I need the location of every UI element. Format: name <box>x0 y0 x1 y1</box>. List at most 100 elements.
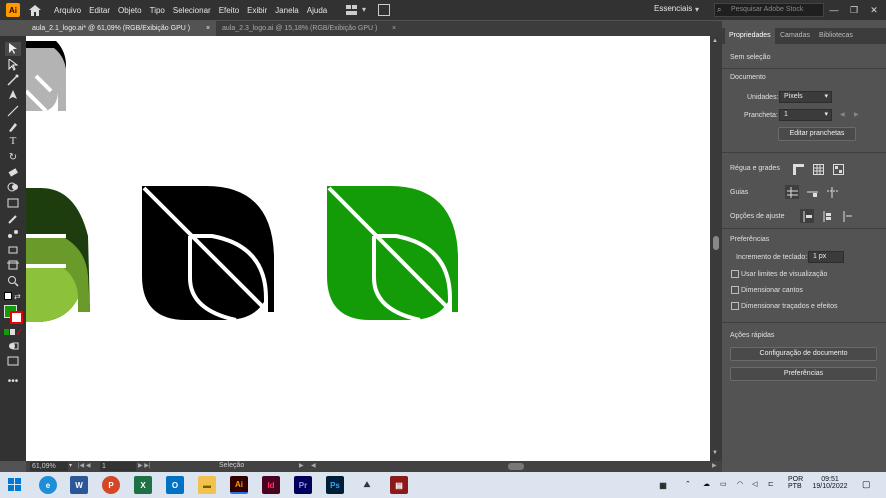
tab-aula-2-3[interactable]: aula_2.3_logo.ai @ 15,18% (RGB/Exibição … <box>216 21 398 36</box>
minimize-icon[interactable]: — <box>826 2 842 18</box>
zoom-tool-icon[interactable] <box>5 274 21 288</box>
artboard-number-field[interactable]: 1 <box>100 462 136 471</box>
selection-tool-icon[interactable] <box>5 42 21 56</box>
notifications-icon[interactable]: ▢ <box>862 479 871 490</box>
next-artboard-icon[interactable]: ▶ <box>854 111 859 118</box>
line-tool-icon[interactable] <box>5 104 21 118</box>
horizontal-scroll-thumb[interactable] <box>508 463 524 470</box>
snap-to-point-icon[interactable] <box>800 209 814 223</box>
document-setup-button[interactable]: Configuração de documento <box>730 347 877 361</box>
scroll-thumb[interactable] <box>713 236 719 250</box>
usb-icon[interactable]: ⊏ <box>768 480 774 488</box>
blend-tool-icon[interactable] <box>5 227 21 241</box>
chevron-down-icon[interactable]: ▾ <box>362 5 366 14</box>
arrange-documents-icon[interactable] <box>346 4 358 16</box>
show-hidden-icons-icon[interactable]: ⌃ <box>685 480 691 488</box>
eraser-tool-icon[interactable] <box>5 165 21 179</box>
drawing-mode-icon[interactable] <box>5 339 21 353</box>
menu-editar[interactable]: Editar <box>89 6 110 15</box>
brush-tool-icon[interactable] <box>5 119 21 133</box>
illustrator-taskbar-icon[interactable]: Ai <box>230 476 248 494</box>
scroll-left-icon[interactable]: ◀ <box>311 462 316 469</box>
scale-corners-checkbox[interactable] <box>731 286 739 294</box>
rulers-icon[interactable] <box>791 162 805 176</box>
more-tools-icon[interactable]: ••• <box>5 374 21 388</box>
workspace-chevron-icon[interactable]: ▾ <box>695 5 699 14</box>
type-tool-icon[interactable]: T <box>5 134 21 148</box>
artboard-dropdown[interactable]: 1 ▾ <box>779 109 832 121</box>
tab-close-icon[interactable]: × <box>206 21 210 36</box>
outlook-icon[interactable]: O <box>166 476 184 494</box>
smart-guides-icon[interactable] <box>825 185 839 199</box>
stroke-color-swatch[interactable] <box>10 311 23 324</box>
artboard-tool-icon[interactable] <box>5 258 21 272</box>
next-artboard-icon[interactable]: ▶ ▶| <box>138 462 150 469</box>
news-icon[interactable]: ▦ <box>654 476 672 494</box>
tab-close-icon[interactable]: × <box>392 21 396 36</box>
vertical-scrollbar[interactable]: ▲ ▼ <box>710 36 722 461</box>
shape-builder-tool-icon[interactable] <box>5 180 21 194</box>
tab-layers[interactable]: Camadas <box>780 28 810 44</box>
magic-wand-tool-icon[interactable] <box>5 73 21 87</box>
edge-icon[interactable]: e <box>39 476 57 494</box>
battery-icon[interactable]: ▭ <box>720 480 727 488</box>
share-icon[interactable] <box>378 4 390 16</box>
app-icon[interactable]: ⛰ <box>358 476 376 494</box>
use-preview-bounds-checkbox[interactable] <box>731 270 739 278</box>
winrar-icon[interactable]: ▤ <box>390 476 408 494</box>
menu-objeto[interactable]: Objeto <box>118 6 142 15</box>
first-artboard-icon[interactable]: |◀ ◀ <box>78 462 90 469</box>
menu-arquivo[interactable]: Arquivo <box>54 6 81 15</box>
menu-ajuda[interactable]: Ajuda <box>307 6 327 15</box>
screen-mode-icon[interactable] <box>5 354 21 368</box>
cloud-icon[interactable]: ☁ <box>703 480 710 488</box>
tab-properties[interactable]: Propriedades <box>725 28 775 44</box>
scroll-right-icon[interactable]: ▶ <box>712 462 717 469</box>
wifi-icon[interactable]: ◠ <box>737 480 743 488</box>
pen-tool-icon[interactable] <box>5 88 21 102</box>
keyboard-increment-input[interactable]: 1 px <box>808 251 844 263</box>
menu-tipo[interactable]: Tipo <box>150 6 165 15</box>
green-leaf-logo[interactable] <box>327 186 458 322</box>
default-colors-icon[interactable] <box>4 292 12 300</box>
menu-janela[interactable]: Janela <box>275 6 299 15</box>
eyedropper-tool-icon[interactable] <box>5 212 21 226</box>
workspace-switcher[interactable]: Essenciais <box>654 4 692 13</box>
grid-icon[interactable] <box>811 162 825 176</box>
excel-icon[interactable]: X <box>134 476 152 494</box>
tab-aula-2-1[interactable]: aula_2.1_logo.ai* @ 61,09% (RGB/Exibição… <box>26 21 216 36</box>
snap-to-pixel-icon[interactable] <box>820 209 834 223</box>
preferences-button[interactable]: Preferências <box>730 367 877 381</box>
word-icon[interactable]: W <box>70 476 88 494</box>
menu-exibir[interactable]: Exibir <box>247 6 267 15</box>
home-icon[interactable] <box>28 3 42 17</box>
restore-icon[interactable]: ❐ <box>846 2 862 18</box>
direct-selection-tool-icon[interactable] <box>5 58 21 72</box>
scroll-down-icon[interactable]: ▼ <box>712 450 718 456</box>
volume-icon[interactable]: ◁ <box>752 480 757 488</box>
indesign-icon[interactable]: Id <box>262 476 280 494</box>
units-dropdown[interactable]: Pixels ▾ <box>779 91 832 103</box>
scale-strokes-effects-checkbox[interactable] <box>731 302 739 310</box>
status-arrow-icon[interactable]: ▶ <box>299 462 304 469</box>
zoom-field[interactable]: 61,09% <box>30 462 68 471</box>
color-mode-icons[interactable] <box>4 328 22 336</box>
powerpoint-icon[interactable]: P <box>102 476 120 494</box>
scroll-up-icon[interactable]: ▲ <box>712 38 718 44</box>
close-icon[interactable]: ✕ <box>866 2 882 18</box>
premiere-icon[interactable]: Pr <box>294 476 312 494</box>
menu-efeito[interactable]: Efeito <box>219 6 239 15</box>
tab-libraries[interactable]: Bibliotecas <box>819 28 853 44</box>
multicolor-leaf-logo-partial[interactable] <box>26 188 90 322</box>
photoshop-icon[interactable]: Ps <box>326 476 344 494</box>
language-indicator[interactable]: POR PTB <box>788 476 803 490</box>
clock[interactable]: 09:51 19/10/2022 <box>812 476 848 490</box>
show-guides-icon[interactable] <box>785 185 799 199</box>
edit-artboards-button[interactable]: Editar pranchetas <box>778 127 856 141</box>
snap-to-glyph-icon[interactable] <box>840 209 854 223</box>
gray-leaf-logo-partial[interactable] <box>26 41 66 113</box>
artboard-canvas[interactable] <box>26 36 710 461</box>
rotate-tool-icon[interactable]: ↻ <box>5 150 21 164</box>
prev-artboard-icon[interactable]: ◀ <box>840 111 845 118</box>
stock-search-input[interactable]: Pesquisar Adobe Stock <box>714 3 824 17</box>
